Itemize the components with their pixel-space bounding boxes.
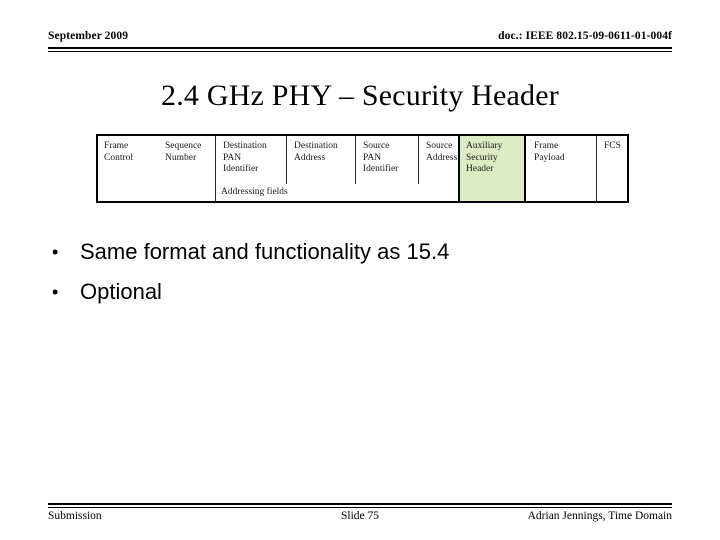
frame-cell-auxiliary-security-header: Auxiliary Security Header — [458, 134, 526, 203]
frame-cell-frame-control: Frame Control — [98, 136, 158, 201]
frame-cell-destination-address: Destination Address — [288, 136, 356, 201]
frame-cell-destination-pan-identifier-line2: PAN — [223, 152, 242, 163]
frame-cell-frame-payload-line2: Payload — [534, 152, 565, 163]
frame-cell-frame-payload-line1: Frame — [534, 141, 559, 151]
header-rule-secondary — [48, 51, 672, 52]
footer-rule — [48, 503, 672, 505]
frame-cell-destination-pan-identifier-line1: Destination — [223, 141, 267, 151]
frame-cell-source-pan-identifier-line2: PAN — [363, 152, 382, 163]
frame-divider-src-pan-src-addr — [418, 136, 419, 184]
bullet-marker-icon: • — [52, 282, 59, 302]
frame-cell-frame-control-line2: Control — [104, 152, 134, 163]
bullet-list: • Same format and functionality as 15.4 … — [52, 232, 662, 312]
slide-footer: Submission Slide 75 Adrian Jennings, Tim… — [48, 503, 672, 529]
frame-cell-destination-pan-identifier-line3: Identifier — [223, 164, 259, 174]
bullet-text: Optional — [80, 279, 162, 304]
addressing-fields-label: Addressing fields — [221, 187, 288, 197]
frame-cell-frame-payload: Frame Payload — [528, 136, 596, 201]
list-item: • Same format and functionality as 15.4 — [52, 232, 662, 272]
frame-divider-dest-addr-src-pan — [355, 136, 356, 184]
frame-cell-source-pan-identifier-line3: Identifier — [363, 164, 399, 174]
frame-cell-auxiliary-security-header-line1: Auxiliary — [466, 141, 503, 151]
frame-cell-sequence-number-line1: Sequence — [165, 141, 202, 151]
frame-cell-source-pan-identifier-line1: Source — [363, 141, 390, 151]
frame-cell-fcs-line1: FCS — [604, 141, 621, 151]
footer-author: Adrian Jennings, Time Domain — [527, 510, 672, 522]
bullet-text: Same format and functionality as 15.4 — [80, 239, 450, 264]
list-item: • Optional — [52, 272, 662, 312]
slide-page: { "header": { "date": "September 2009", … — [0, 0, 720, 540]
header-doc-id: doc.: IEEE 802.15-09-0611-01-004f — [498, 30, 672, 42]
frame-cell-auxiliary-security-header-line3: Header — [466, 164, 494, 174]
frame-cell-sequence-number: Sequence Number — [159, 136, 215, 201]
bullet-marker-icon: • — [52, 242, 59, 262]
frame-cell-sequence-number-line2: Number — [165, 152, 197, 163]
page-title: 2.4 GHz PHY – Security Header — [161, 79, 559, 112]
frame-divider-addressing-start — [215, 136, 216, 201]
frame-cell-frame-control-line1: Frame — [104, 141, 129, 151]
header-rule — [48, 47, 672, 49]
header-date: September 2009 — [48, 30, 129, 42]
footer-rule-secondary — [48, 507, 672, 508]
frame-format-diagram: Frame Control Sequence Number Destinatio… — [96, 134, 629, 203]
frame-divider-dest-pan-dest-addr — [286, 136, 287, 184]
frame-cell-auxiliary-security-header-line2: Security — [466, 152, 498, 163]
frame-divider-payload-fcs — [596, 136, 597, 201]
frame-cell-fcs: FCS — [598, 136, 627, 201]
frame-cell-destination-address-line1: Destination — [294, 141, 338, 151]
slide-header: September 2009 doc.: IEEE 802.15-09-0611… — [48, 30, 672, 52]
frame-cell-source-pan-identifier: Source PAN Identifier — [357, 136, 419, 201]
frame-cell-destination-address-line2: Address — [294, 152, 326, 163]
